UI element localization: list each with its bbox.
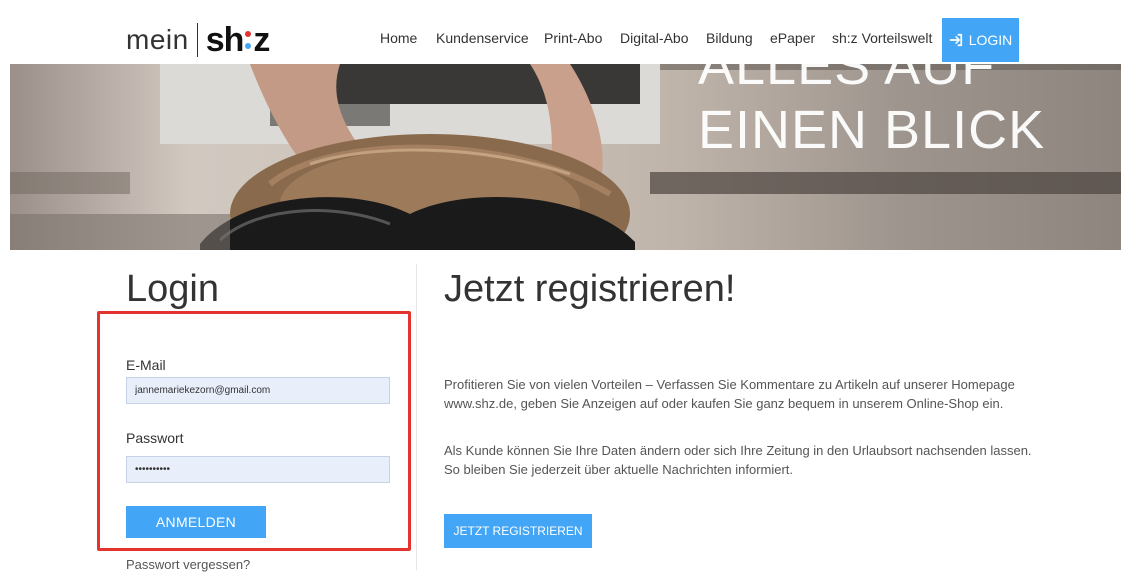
register-heading: Jetzt registrieren! bbox=[444, 268, 736, 310]
header-login-button[interactable]: LOGIN bbox=[942, 18, 1019, 62]
hero-headline: ALLES AUF EINEN BLICK bbox=[698, 64, 1098, 162]
nav-item-digital-abo[interactable]: Digital-Abo bbox=[620, 30, 688, 46]
column-divider bbox=[416, 264, 417, 570]
site-header: mein sh z Home Kundenservice Print-Abo D… bbox=[0, 0, 1121, 64]
login-heading: Login bbox=[126, 268, 219, 310]
nav-item-print-abo[interactable]: Print-Abo bbox=[544, 30, 602, 46]
nav-item-bildung[interactable]: Bildung bbox=[706, 30, 753, 46]
password-field[interactable] bbox=[126, 456, 390, 483]
nav-item-home[interactable]: Home bbox=[380, 30, 417, 46]
password-label: Passwort bbox=[126, 430, 184, 446]
email-field[interactable] bbox=[126, 377, 390, 404]
email-label: E-Mail bbox=[126, 357, 166, 373]
jetzt-registrieren-button[interactable]: JETZT REGISTRIEREN bbox=[444, 514, 592, 548]
hero-headline-line1: ALLES AUF bbox=[698, 64, 996, 96]
hero-banner: ALLES AUF EINEN BLICK bbox=[10, 64, 1121, 250]
nav-item-vorteilswelt[interactable]: sh:z Vorteilswelt bbox=[832, 30, 932, 46]
header-login-label: LOGIN bbox=[968, 32, 1013, 48]
nav-item-epaper[interactable]: ePaper bbox=[770, 30, 815, 46]
anmelden-button[interactable]: ANMELDEN bbox=[126, 506, 266, 538]
sign-in-icon bbox=[949, 33, 962, 47]
register-paragraph-benefits: Profitieren Sie von vielen Vorteilen – V… bbox=[444, 377, 1015, 411]
nav-item-kundenservice[interactable]: Kundenservice bbox=[436, 30, 529, 46]
hero-headline-line2: EINEN BLICK bbox=[698, 100, 1046, 160]
register-paragraph-customer: Als Kunde können Sie Ihre Daten ändern o… bbox=[444, 443, 1032, 477]
